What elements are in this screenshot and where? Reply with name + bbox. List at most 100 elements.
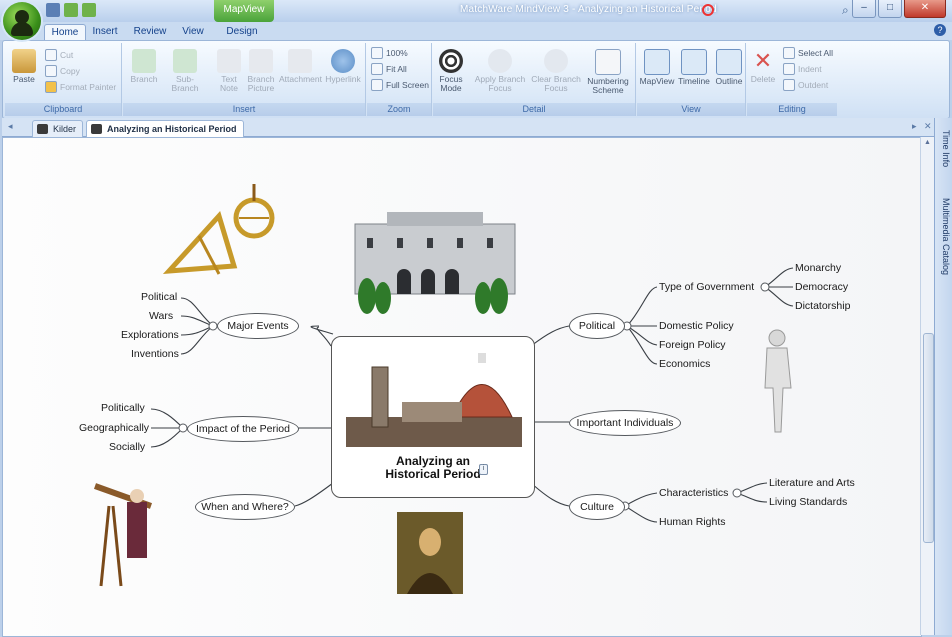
sub-branch-inventions[interactable]: Inventions <box>131 348 179 360</box>
sub-branch-dictatorship[interactable]: Dictatorship <box>795 300 850 312</box>
indent-button[interactable]: Indent <box>783 63 822 75</box>
hyperlink-button[interactable]: Hyperlink <box>323 49 363 84</box>
sub-branch-wars[interactable]: Wars <box>149 310 173 322</box>
format-painter-button[interactable]: Format Painter <box>45 81 116 93</box>
record-icon <box>702 4 714 16</box>
sub-branch-literature-and-arts[interactable]: Literature and Arts <box>769 477 855 489</box>
sub-branch-geographically[interactable]: Geographically <box>79 422 149 434</box>
undo-icon[interactable] <box>64 3 78 17</box>
vertical-scrollbar[interactable]: ▲ <box>920 137 934 635</box>
hyperlink-label: Hyperlink <box>325 74 361 84</box>
sub-branch-political-events[interactable]: Political <box>141 291 177 303</box>
select-all-icon <box>783 47 795 59</box>
delete-label: Delete <box>750 74 776 84</box>
branch-impact-of-period[interactable]: Impact of the Period <box>187 416 299 442</box>
zoom-icon <box>371 47 383 59</box>
editing-group-label: Editing <box>747 103 837 116</box>
delete-button[interactable]: ✕ Delete <box>749 49 777 84</box>
view-group-label: View <box>637 103 745 116</box>
branch-culture[interactable]: Culture <box>569 494 625 520</box>
delete-icon: ✕ <box>753 48 773 73</box>
branch-when-and-where[interactable]: When and Where? <box>195 494 295 520</box>
tab-scroll-right-icon[interactable]: ▸ <box>912 121 917 132</box>
side-panel: Time Info Multimedia Catalog <box>934 118 952 635</box>
central-topic[interactable]: Analyzing an Historical Period i <box>331 336 535 498</box>
save-icon[interactable] <box>46 3 60 17</box>
application-menu-button[interactable] <box>3 2 41 40</box>
paste-button[interactable]: Paste <box>9 49 39 84</box>
maximize-button[interactable]: □ <box>878 0 902 18</box>
sub-branch-explorations[interactable]: Explorations <box>121 329 179 341</box>
document-tab-bar: ◂ Kilder Analyzing an Historical Period … <box>2 118 948 137</box>
close-button[interactable]: ✕ <box>904 0 946 18</box>
branch-important-individuals[interactable]: Important Individuals <box>569 410 681 436</box>
attachment-button[interactable]: Attachment <box>279 49 322 84</box>
doc-tab-kilder[interactable]: Kilder <box>32 120 84 137</box>
sextant-astrolabe-image <box>162 184 275 275</box>
multimedia-catalog-tab[interactable]: Multimedia Catalog <box>937 198 951 275</box>
branch-major-events[interactable]: Major Events <box>217 313 299 339</box>
sub-branch-economics[interactable]: Economics <box>659 358 710 370</box>
tab-view[interactable]: View <box>178 24 208 40</box>
doc-tab-label: Analyzing an Historical Period <box>107 124 237 134</box>
fit-all-button[interactable]: Fit All <box>371 63 407 75</box>
copy-label: Copy <box>60 66 80 76</box>
full-screen-button[interactable]: Full Screen <box>371 79 429 91</box>
numbering-icon <box>595 49 621 75</box>
sub-branch-politically[interactable]: Politically <box>101 402 145 414</box>
sub-branch-characteristics[interactable]: Characteristics <box>659 487 728 499</box>
sub-branch-human-rights[interactable]: Human Rights <box>659 516 726 528</box>
select-all-button[interactable]: Select All <box>783 47 833 59</box>
tab-home[interactable]: Home <box>44 24 86 41</box>
branch-picture-button[interactable]: Branch Picture <box>245 49 277 93</box>
detail-group: Focus Mode Apply Branch Focus Clear Bran… <box>433 43 636 116</box>
copy-button[interactable]: Copy <box>45 65 80 77</box>
select-all-label: Select All <box>798 48 833 58</box>
sub-branch-domestic-policy[interactable]: Domestic Policy <box>659 320 734 332</box>
sub-branch-foreign-policy[interactable]: Foreign Policy <box>659 339 726 351</box>
outline-label: Outline <box>715 76 743 86</box>
focus-mode-button[interactable]: Focus Mode <box>435 49 467 93</box>
outdent-button[interactable]: Outdent <box>783 79 828 91</box>
sub-branch-living-standards[interactable]: Living Standards <box>769 496 847 508</box>
format-painter-label: Format Painter <box>60 82 117 92</box>
sub-branch-democracy[interactable]: Democracy <box>795 281 848 293</box>
timeline-button[interactable]: Timeline <box>677 49 711 86</box>
branch-button[interactable]: Branch <box>127 49 161 84</box>
minimize-button[interactable]: – <box>852 0 876 18</box>
tab-review[interactable]: Review <box>130 24 170 40</box>
tab-scroll-left-icon[interactable]: ◂ <box>8 121 13 132</box>
branch-political[interactable]: Political <box>569 313 625 339</box>
florence-cathedral-image <box>346 353 522 447</box>
apply-branch-focus-label: Apply Branch Focus <box>474 74 526 93</box>
zoom-group: 100% Fit All Full Screen Zoom <box>367 43 432 116</box>
mapview-button[interactable]: MapView <box>639 49 675 86</box>
text-note-button[interactable]: Text Note <box>215 49 243 93</box>
time-info-tab[interactable]: Time Info <box>937 130 951 167</box>
fit-all-label: Fit All <box>386 64 407 74</box>
cut-button[interactable]: Cut <box>45 49 73 61</box>
window-controls: – □ ✕ <box>852 0 946 18</box>
tab-design[interactable]: Design <box>222 24 262 40</box>
apply-branch-focus-button[interactable]: Apply Branch Focus <box>473 49 527 93</box>
mapview-context-tab[interactable]: MapView <box>214 0 274 22</box>
close-document-icon[interactable]: ✕ <box>924 121 932 132</box>
note-indicator-icon[interactable]: i <box>479 464 488 475</box>
zoom-100-button[interactable]: 100% <box>371 47 408 59</box>
sub-branch-type-of-government[interactable]: Type of Government <box>659 281 754 293</box>
outline-button[interactable]: Outline <box>713 49 745 86</box>
document-icon <box>91 124 102 134</box>
sub-branch-socially[interactable]: Socially <box>109 441 145 453</box>
numbering-scheme-button[interactable]: Numbering Scheme <box>583 49 633 95</box>
clear-branch-focus-button[interactable]: Clear Branch Focus <box>529 49 583 93</box>
scroll-up-icon[interactable]: ▲ <box>924 139 931 146</box>
help-icon[interactable]: ? <box>934 24 946 36</box>
mindmap-canvas[interactable]: Analyzing an Historical Period i Major E… <box>2 137 922 637</box>
sub-branch-monarchy[interactable]: Monarchy <box>795 262 841 274</box>
sub-branch-button[interactable]: Sub-Branch <box>163 49 207 93</box>
view-group: MapView Timeline Outline View <box>637 43 746 116</box>
tab-insert[interactable]: Insert <box>88 24 122 40</box>
doc-tab-analyzing[interactable]: Analyzing an Historical Period <box>86 120 244 137</box>
redo-icon[interactable] <box>82 3 96 17</box>
scrollbar-thumb[interactable] <box>923 333 934 543</box>
